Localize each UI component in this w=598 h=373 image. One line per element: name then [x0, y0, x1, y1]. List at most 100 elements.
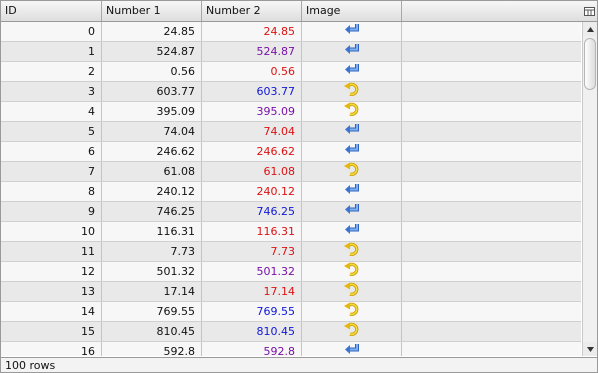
undo-arrow-icon	[343, 102, 360, 121]
cell-number-1: 524.87	[102, 42, 202, 61]
cell-id: 8	[1, 182, 102, 201]
column-chooser-icon[interactable]	[581, 1, 597, 21]
enter-arrow-icon	[344, 182, 360, 201]
cell-image	[302, 162, 402, 181]
cell-number-2: 240.12	[202, 182, 302, 201]
cell-id: 13	[1, 282, 102, 301]
cell-empty	[402, 162, 581, 181]
cell-number-2: 395.09	[202, 102, 302, 121]
table-row[interactable]: 6 246.62 246.62	[1, 142, 581, 162]
cell-id: 5	[1, 122, 102, 141]
cell-number-2: 17.14	[202, 282, 302, 301]
cell-number-1: 116.31	[102, 222, 202, 241]
undo-arrow-icon	[343, 242, 360, 261]
table-row[interactable]: 4 395.09 395.09	[1, 102, 581, 122]
cell-number-1: 7.73	[102, 242, 202, 261]
cell-number-1: 61.08	[102, 162, 202, 181]
enter-arrow-icon	[344, 22, 360, 41]
cell-number-2: 501.32	[202, 262, 302, 281]
cell-image	[302, 142, 402, 161]
cell-number-2: 74.04	[202, 122, 302, 141]
cell-number-2: 116.31	[202, 222, 302, 241]
table-row[interactable]: 13 17.14 17.14	[1, 282, 581, 302]
column-header-image[interactable]: Image	[302, 1, 402, 21]
cell-image	[302, 282, 402, 301]
table-row[interactable]: 15 810.45 810.45	[1, 322, 581, 342]
cell-empty	[402, 182, 581, 201]
scroll-down-button[interactable]	[583, 342, 597, 356]
cell-number-1: 810.45	[102, 322, 202, 341]
scroll-up-button[interactable]	[583, 22, 597, 36]
cell-id: 11	[1, 242, 102, 261]
table-header: ID Number 1 Number 2 Image	[1, 1, 597, 22]
cell-image	[302, 302, 402, 321]
table-row[interactable]: 16 592.8 592.8	[1, 342, 581, 356]
undo-arrow-icon	[343, 162, 360, 181]
cell-empty	[402, 262, 581, 281]
cell-number-1: 603.77	[102, 82, 202, 101]
cell-image	[302, 82, 402, 101]
table-row[interactable]: 0 24.85 24.85	[1, 22, 581, 42]
cell-empty	[402, 102, 581, 121]
cell-id: 10	[1, 222, 102, 241]
cell-image	[302, 222, 402, 241]
cell-number-1: 24.85	[102, 22, 202, 41]
enter-arrow-icon	[344, 62, 360, 81]
cell-id: 14	[1, 302, 102, 321]
scroll-thumb[interactable]	[584, 38, 596, 90]
cell-empty	[402, 82, 581, 101]
cell-empty	[402, 342, 581, 356]
cell-number-2: 24.85	[202, 22, 302, 41]
cell-number-1: 240.12	[102, 182, 202, 201]
cell-number-1: 501.32	[102, 262, 202, 281]
cell-number-1: 74.04	[102, 122, 202, 141]
cell-number-2: 61.08	[202, 162, 302, 181]
table-row[interactable]: 8 240.12 240.12	[1, 182, 581, 202]
column-header-number-2[interactable]: Number 2	[202, 1, 302, 21]
column-header-id[interactable]: ID	[1, 1, 102, 21]
cell-number-1: 395.09	[102, 102, 202, 121]
cell-image	[302, 342, 402, 356]
cell-number-2: 7.73	[202, 242, 302, 261]
cell-image	[302, 22, 402, 41]
table-row[interactable]: 2 0.56 0.56	[1, 62, 581, 82]
table-row[interactable]: 12 501.32 501.32	[1, 262, 581, 282]
cell-id: 0	[1, 22, 102, 41]
cell-id: 3	[1, 82, 102, 101]
cell-number-2: 810.45	[202, 322, 302, 341]
cell-empty	[402, 142, 581, 161]
cell-number-1: 0.56	[102, 62, 202, 81]
cell-number-2: 603.77	[202, 82, 302, 101]
table-row[interactable]: 9 746.25 746.25	[1, 202, 581, 222]
table-body: 0 24.85 24.85 1 524.87 524.87 2 0.56 0.56 3 603.77…	[1, 22, 581, 356]
table-row[interactable]: 11 7.73 7.73	[1, 242, 581, 262]
cell-id: 4	[1, 102, 102, 121]
cell-id: 12	[1, 262, 102, 281]
cell-id: 2	[1, 62, 102, 81]
cell-id: 16	[1, 342, 102, 356]
cell-image	[302, 262, 402, 281]
cell-number-2: 746.25	[202, 202, 302, 221]
enter-arrow-icon	[344, 222, 360, 241]
cell-image	[302, 182, 402, 201]
undo-arrow-icon	[343, 262, 360, 281]
table-row[interactable]: 14 769.55 769.55	[1, 302, 581, 322]
cell-empty	[402, 222, 581, 241]
table-row[interactable]: 10 116.31 116.31	[1, 222, 581, 242]
cell-number-2: 524.87	[202, 42, 302, 61]
undo-arrow-icon	[343, 322, 360, 341]
table-row[interactable]: 1 524.87 524.87	[1, 42, 581, 62]
cell-empty	[402, 42, 581, 61]
cell-number-1: 769.55	[102, 302, 202, 321]
cell-empty	[402, 62, 581, 81]
table-row[interactable]: 7 61.08 61.08	[1, 162, 581, 182]
table-row[interactable]: 5 74.04 74.04	[1, 122, 581, 142]
cell-image	[302, 122, 402, 141]
cell-image	[302, 202, 402, 221]
cell-image	[302, 62, 402, 81]
table-row[interactable]: 3 603.77 603.77	[1, 82, 581, 102]
column-header-number-1[interactable]: Number 1	[102, 1, 202, 21]
cell-number-2: 246.62	[202, 142, 302, 161]
vertical-scrollbar[interactable]	[582, 22, 597, 356]
undo-arrow-icon	[343, 282, 360, 301]
